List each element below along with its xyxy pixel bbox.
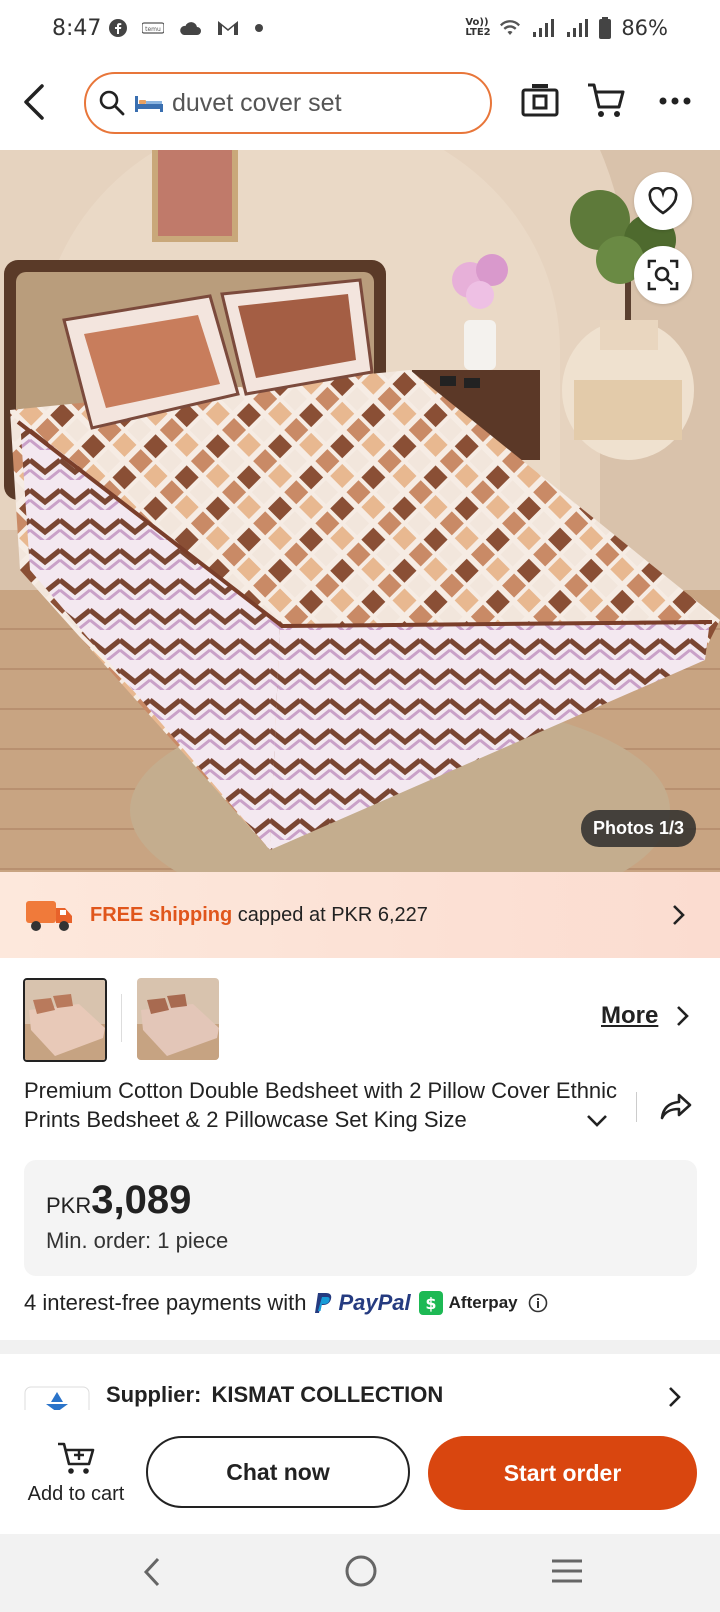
shipping-text: FREE shipping capped at PKR 6,227 — [90, 904, 428, 927]
cart-icon[interactable] — [586, 80, 626, 120]
bottom-action-bar: Add to cart Chat now Start order — [0, 1414, 720, 1534]
camera-icon[interactable] — [520, 82, 560, 118]
paypal-logo-icon — [315, 1293, 332, 1313]
more-icon[interactable] — [658, 96, 692, 106]
more-label: More — [601, 1002, 659, 1029]
afterpay-logo-icon: $ — [418, 1291, 443, 1315]
chat-now-button[interactable]: Chat now — [146, 1436, 410, 1508]
thumbnail-2[interactable] — [137, 978, 219, 1060]
more-link[interactable]: More — [601, 1002, 690, 1030]
gmail-icon — [218, 21, 238, 35]
afterpay-label: Afterpay — [448, 1293, 518, 1312]
status-bar: 8:47 temu Vo)) LTE2 86% — [0, 0, 720, 60]
chevron-right-icon — [677, 1006, 690, 1026]
shipping-banner[interactable]: FREE shipping capped at PKR 6,227 — [0, 872, 720, 958]
payment-text: 4 interest-free payments with — [24, 1290, 307, 1315]
system-icons: Vo)) LTE2 86% — [465, 16, 668, 40]
search-bar[interactable]: duvet cover set — [84, 72, 492, 134]
start-order-label: Start order — [503, 1459, 622, 1486]
share-icon[interactable] — [660, 1092, 692, 1120]
thumbnail-image — [25, 980, 105, 1060]
chevron-right-icon — [673, 905, 685, 925]
cloud-icon — [180, 22, 201, 35]
heart-icon — [648, 187, 678, 215]
section-divider — [0, 1340, 720, 1354]
clock: 8:47 — [52, 16, 102, 41]
nav-home-icon[interactable] — [344, 1554, 378, 1588]
signal-icon — [567, 19, 589, 37]
svg-text:temu: temu — [145, 26, 161, 33]
svg-text:$: $ — [425, 1294, 436, 1313]
add-to-cart-button[interactable]: Add to cart — [20, 1440, 132, 1506]
shipping-cap-label: capped at PKR 6,227 — [237, 903, 428, 926]
add-to-cart-label: Add to cart — [27, 1483, 125, 1505]
chat-now-label: Chat now — [226, 1458, 330, 1485]
title-divider — [636, 1092, 637, 1122]
supplier-name: KISMAT COLLECTION — [211, 1382, 444, 1407]
dot-icon — [255, 24, 263, 32]
battery-icon — [599, 17, 612, 39]
supplier-row[interactable]: Supplier: KISMAT COLLECTION — [24, 1380, 696, 1410]
chevron-right-icon — [669, 1387, 681, 1407]
photo-counter: Photos 1/3 — [580, 810, 696, 847]
supplier-text: Supplier: KISMAT COLLECTION — [106, 1382, 443, 1408]
wifi-icon — [500, 20, 521, 35]
facebook-icon — [109, 19, 127, 37]
nav-recents-icon[interactable] — [550, 1558, 584, 1584]
search-icon — [99, 90, 125, 116]
network-label: Vo)) LTE2 — [465, 17, 491, 38]
paypal-label: PayPal — [338, 1290, 411, 1315]
chevron-down-icon[interactable] — [586, 1114, 608, 1128]
nav-back-icon[interactable] — [142, 1556, 162, 1588]
info-icon — [528, 1293, 547, 1313]
truck-icon — [26, 901, 72, 931]
product-title[interactable]: Premium Cotton Double Bedsheet with 2 Pi… — [24, 1076, 624, 1134]
battery-percent: 86% — [621, 16, 668, 40]
visual-search-button[interactable] — [634, 246, 692, 304]
product-title-text: Premium Cotton Double Bedsheet with 2 Pi… — [24, 1078, 618, 1132]
free-shipping-label: FREE shipping — [90, 903, 233, 926]
thumbnail-1[interactable] — [23, 978, 107, 1062]
min-order: Min. order: 1 piece — [46, 1228, 229, 1253]
supplier-label: Supplier: — [106, 1382, 202, 1407]
price-currency: PKR — [46, 1193, 92, 1218]
supplier-logo — [24, 1386, 90, 1410]
price-card: PKR3,089 Min. order: 1 piece — [24, 1160, 697, 1276]
start-order-button[interactable]: Start order — [428, 1436, 697, 1510]
favorite-button[interactable] — [634, 172, 692, 230]
price-amount: 3,089 — [91, 1178, 192, 1222]
add-cart-icon — [58, 1442, 95, 1474]
system-nav-bar — [0, 1534, 720, 1612]
product-photo — [0, 150, 720, 872]
product-image-gallery[interactable]: Photos 1/3 — [0, 150, 720, 872]
payment-info[interactable]: 4 interest-free payments with PayPal $ A… — [24, 1290, 548, 1316]
bed-emoji-icon — [135, 96, 163, 112]
search-input[interactable]: duvet cover set — [172, 89, 342, 118]
back-arrow-icon[interactable] — [20, 82, 48, 122]
thumbnail-divider — [121, 994, 122, 1042]
thumbnail-image — [137, 978, 219, 1060]
notification-icons: temu — [108, 18, 264, 38]
signal-icon — [533, 19, 555, 37]
temu-icon: temu — [142, 22, 164, 34]
app-header: duvet cover set — [0, 66, 720, 148]
price-line: PKR3,089 — [46, 1178, 191, 1223]
visual-search-icon — [647, 259, 679, 291]
